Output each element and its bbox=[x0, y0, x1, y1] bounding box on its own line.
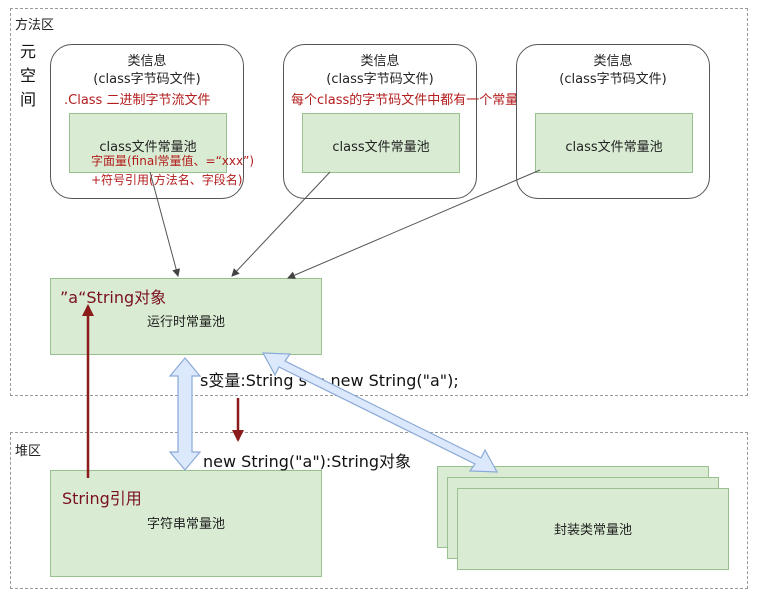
arrow-overlay bbox=[82, 169, 541, 478]
pool-arrow-3 bbox=[287, 169, 541, 279]
runtime-to-string-pool-arrow bbox=[168, 357, 202, 471]
pool-arrow-2 bbox=[231, 171, 331, 277]
runtime-to-wrapper-pool-arrow bbox=[261, 352, 499, 473]
pool-arrow-1 bbox=[149, 171, 181, 277]
